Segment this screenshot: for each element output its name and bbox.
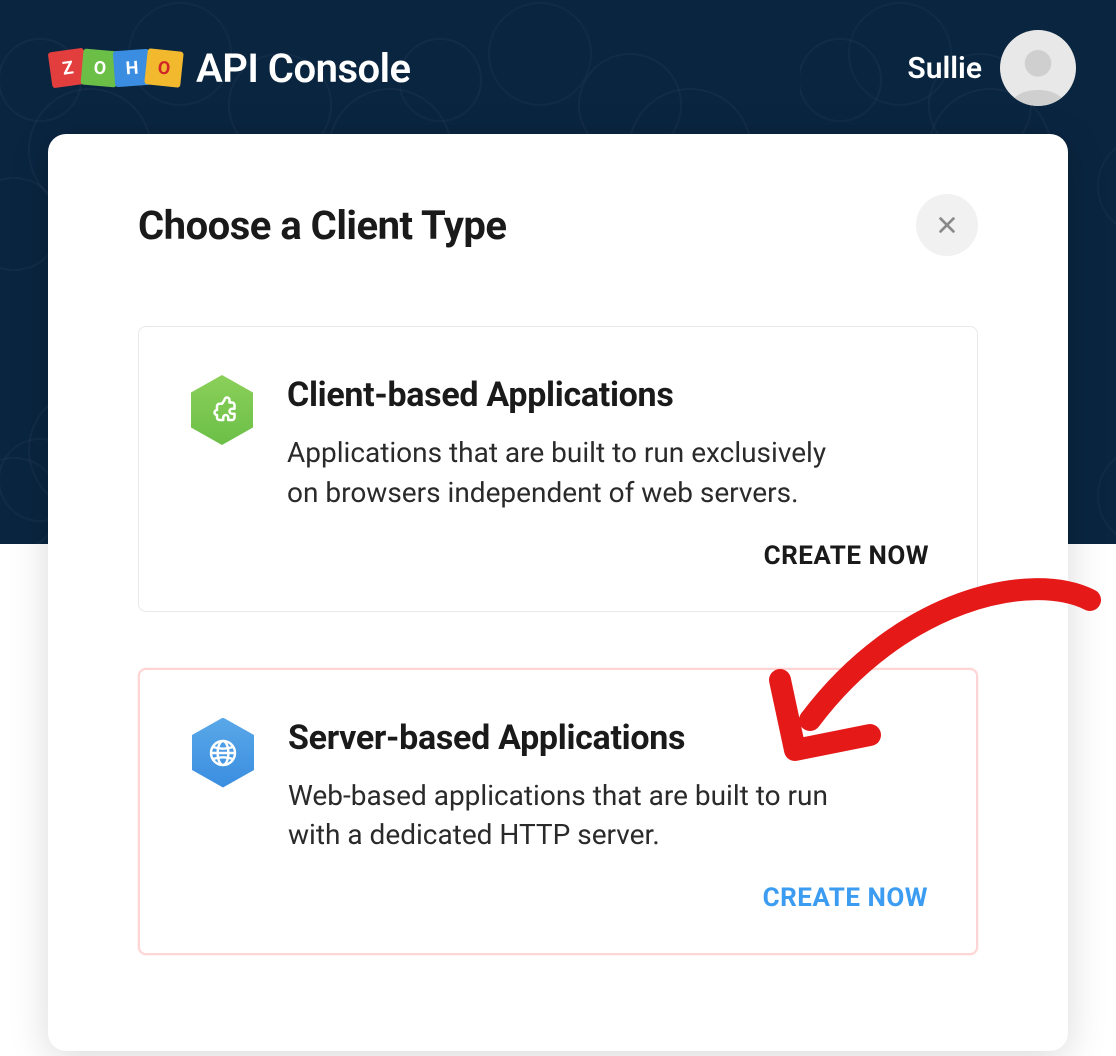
username-label: Sullie	[907, 51, 982, 86]
client-based-card[interactable]: Client-based Applications Applications t…	[138, 326, 978, 612]
app-title: API Console	[196, 45, 411, 92]
close-icon	[936, 214, 958, 236]
client-based-body: Client-based Applications Applications t…	[287, 375, 929, 571]
app-header: Z O H O API Console Sullie	[0, 0, 1116, 136]
globe-icon	[207, 737, 239, 769]
server-based-title: Server-based Applications	[288, 718, 928, 758]
server-based-icon	[188, 718, 258, 788]
puzzle-icon	[207, 395, 237, 425]
server-based-create-button[interactable]: CREATE NOW	[288, 883, 928, 913]
zoho-logo: Z O H O	[50, 50, 182, 86]
client-based-create-button[interactable]: CREATE NOW	[287, 541, 929, 571]
server-based-card[interactable]: Server-based Applications Web-based appl…	[138, 668, 978, 956]
client-type-modal: Choose a Client Type Client-based Applic…	[48, 134, 1068, 1051]
client-based-desc: Applications that are built to run exclu…	[287, 433, 847, 513]
client-based-icon	[187, 375, 257, 445]
client-based-title: Client-based Applications	[287, 375, 929, 415]
avatar[interactable]	[1000, 30, 1076, 106]
close-button[interactable]	[916, 194, 978, 256]
modal-header: Choose a Client Type	[138, 194, 978, 256]
logo-group: Z O H O API Console	[50, 45, 411, 92]
logo-tile-o2: O	[144, 48, 184, 88]
avatar-placeholder-icon	[1006, 42, 1070, 106]
server-based-body: Server-based Applications Web-based appl…	[288, 718, 928, 914]
server-based-desc: Web-based applications that are built to…	[288, 776, 848, 856]
modal-title: Choose a Client Type	[138, 202, 506, 249]
user-group[interactable]: Sullie	[907, 30, 1076, 106]
